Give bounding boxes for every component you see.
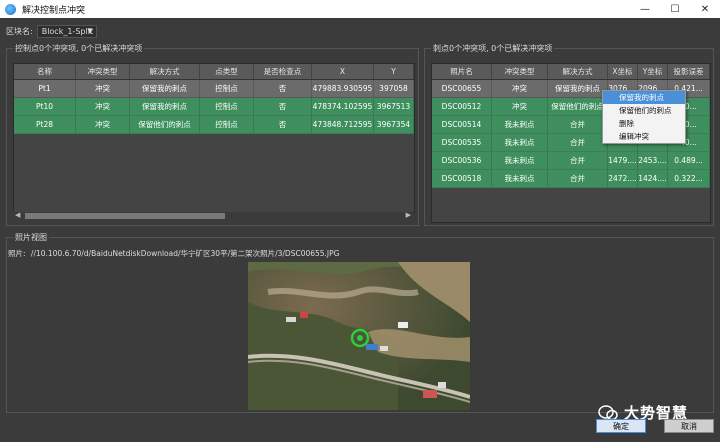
tp-table-cell: 2453.... (638, 152, 668, 169)
tp-table-cell: 我未刺点 (492, 152, 548, 169)
tp-table-row[interactable]: DSC00518 我未刺点 合并 2472.... 1424.... 0.322... (432, 170, 710, 188)
tp-table-cell: 合并 (548, 170, 608, 187)
photo-path-row: 照片: //10.100.6.70/d/BaiduNetdiskDownload… (8, 248, 339, 259)
control-point-group: 控制点0个冲突项, 0个已解决冲突项 名称 冲突类型 解决方式 点类型 是否检查点 X Y P… (6, 43, 419, 226)
tp-table-cell: 0.322... (668, 170, 710, 187)
cp-table-cell: 保留他们的刺点 (130, 116, 200, 133)
cp-table-cell: 否 (254, 98, 312, 115)
tp-column-header[interactable]: X坐标 (608, 64, 638, 79)
close-button[interactable]: ✕ (690, 0, 720, 18)
cp-table-cell: 397058 (374, 80, 414, 97)
tp-table-cell: DSC00655 (432, 80, 492, 97)
tp-table-cell: DSC00536 (432, 152, 492, 169)
tp-table-cell: 保留他们的刺点 (548, 98, 608, 115)
tp-column-header[interactable]: 照片名 (432, 64, 492, 79)
cp-table-cell: 3967354 (374, 116, 414, 133)
cp-table-cell: Pt1 (14, 80, 76, 97)
window-controls: — ☐ ✕ (630, 0, 720, 18)
tp-table-cell: 我未刺点 (492, 170, 548, 187)
tp-table-cell: 1479.... (608, 152, 638, 169)
tp-table-cell: 冲突 (492, 98, 548, 115)
tp-table-cell: 0.489... (668, 152, 710, 169)
photo-path: //10.100.6.70/d/BaiduNetdiskDownload/华宁矿… (30, 249, 340, 258)
cancel-button[interactable]: 取消 (664, 419, 714, 433)
context-menu-item[interactable]: 编辑冲突 (603, 130, 685, 143)
cp-table-cell: 否 (254, 80, 312, 97)
tp-table-cell: 1424.... (638, 170, 668, 187)
cp-table-cell: 保留我的刺点 (130, 98, 200, 115)
cp-table-cell: 冲突 (76, 98, 130, 115)
cp-table-cell: 控制点 (200, 116, 254, 133)
tp-table-cell: DSC00535 (432, 134, 492, 151)
cp-table-cell: 473848.712595 (312, 116, 374, 133)
cp-column-header[interactable]: 是否检查点 (254, 64, 312, 79)
cp-table-cell: 479883.930595 (312, 80, 374, 97)
tp-table-cell: 我未刺点 (492, 116, 548, 133)
cp-table-row[interactable]: Pt10 冲突 保留我的刺点 控制点否 478374.102595 3967513 (14, 98, 414, 116)
ok-button[interactable]: 确定 (596, 419, 646, 433)
tp-column-header[interactable]: 解决方式 (548, 64, 608, 79)
block-selector-row: 区块名: Block_1-Split ▼ (6, 25, 97, 38)
chevron-down-icon: ▼ (87, 27, 93, 35)
context-menu-item[interactable]: 保留他们的刺点 (603, 104, 685, 117)
block-select[interactable]: Block_1-Split ▼ (36, 25, 97, 38)
tp-table-cell: DSC00518 (432, 170, 492, 187)
cp-column-header[interactable]: 冲突类型 (76, 64, 130, 79)
tp-header: 照片名 冲突类型 解决方式 X坐标 Y坐标 投影误差 (432, 64, 710, 80)
tp-table-cell: 合并 (548, 152, 608, 169)
cp-column-header[interactable]: Y (374, 64, 414, 79)
aerial-photo-image (248, 262, 470, 410)
control-point-group-title: 控制点0个冲突项, 0个已解决冲突项 (13, 43, 145, 54)
cp-column-header[interactable]: 名称 (14, 64, 76, 79)
cp-table-cell: 控制点 (200, 98, 254, 115)
scroll-right-icon[interactable]: ▶ (406, 211, 411, 219)
cp-table-row[interactable]: Pt28 冲突 保留他们的刺点 控制点否 473848.712595 3967354 (14, 116, 414, 134)
cp-column-header[interactable]: 点类型 (200, 64, 254, 79)
cp-table-cell: 478374.102595 (312, 98, 374, 115)
tp-table-cell: 合并 (548, 134, 608, 151)
cp-table-cell: Pt28 (14, 116, 76, 133)
context-menu-item[interactable]: 保留我的刺点 (603, 91, 685, 104)
scroll-left-icon[interactable]: ◀ (15, 211, 20, 219)
tp-table-cell: 2472.... (608, 170, 638, 187)
maximize-button[interactable]: ☐ (660, 0, 690, 18)
cp-header: 名称 冲突类型 解决方式 点类型 是否检查点 X Y (14, 64, 414, 80)
scroll-thumb[interactable] (25, 213, 225, 219)
tp-column-header[interactable]: 投影误差 (668, 64, 710, 79)
cp-table-row[interactable]: Pt1 冲突 保留我的刺点 控制点否 479883.930595 397058 (14, 80, 414, 98)
cp-table-cell: 冲突 (76, 80, 130, 97)
cp-table-cell: 控制点 (200, 80, 254, 97)
tp-column-header[interactable]: Y坐标 (638, 64, 668, 79)
block-select-value: Block_1-Split (41, 27, 94, 36)
control-point-scrollbar[interactable]: ◀ ▶ (13, 211, 413, 220)
context-menu-item[interactable]: 删除 (603, 117, 685, 130)
cp-table-cell: 保留我的刺点 (130, 80, 200, 97)
cp-column-header[interactable]: 解决方式 (130, 64, 200, 79)
tp-column-header[interactable]: 冲突类型 (492, 64, 548, 79)
tp-table-cell: DSC00514 (432, 116, 492, 133)
tp-table-row[interactable]: DSC00536 我未刺点 合并 1479.... 2453.... 0.489... (432, 152, 710, 170)
tp-table-cell: DSC00512 (432, 98, 492, 115)
control-point-table: 名称 冲突类型 解决方式 点类型 是否检查点 X Y Pt1 冲突 保留我的刺点 控制点否 47988… (13, 63, 415, 213)
cp-column-header[interactable]: X (312, 64, 374, 79)
minimize-button[interactable]: — (630, 0, 660, 18)
tp-table-cell: 我未刺点 (492, 134, 548, 151)
tp-table-cell: 合并 (548, 116, 608, 133)
aerial-photo[interactable] (248, 262, 470, 410)
cp-table-cell: 3967513 (374, 98, 414, 115)
photo-view-title: 照片视图 (13, 232, 49, 243)
photo-path-label: 照片: (8, 249, 26, 258)
tp-table-cell: 保留我的刺点 (548, 80, 608, 97)
tie-point-group-title: 刺点0个冲突项, 0个已解决冲突项 (431, 43, 555, 54)
cp-table-cell: Pt10 (14, 98, 76, 115)
context-menu: 保留我的刺点 保留他们的刺点 删除 编辑冲突 (602, 90, 686, 144)
tp-table-cell: 冲突 (492, 80, 548, 97)
window-title: 解决控制点冲突 (22, 5, 86, 16)
cp-table-cell: 冲突 (76, 116, 130, 133)
title-bar: 解决控制点冲突 — ☐ ✕ (0, 0, 720, 18)
app-icon (5, 3, 16, 15)
block-label: 区块名: (6, 27, 33, 36)
cp-table-cell: 否 (254, 116, 312, 133)
